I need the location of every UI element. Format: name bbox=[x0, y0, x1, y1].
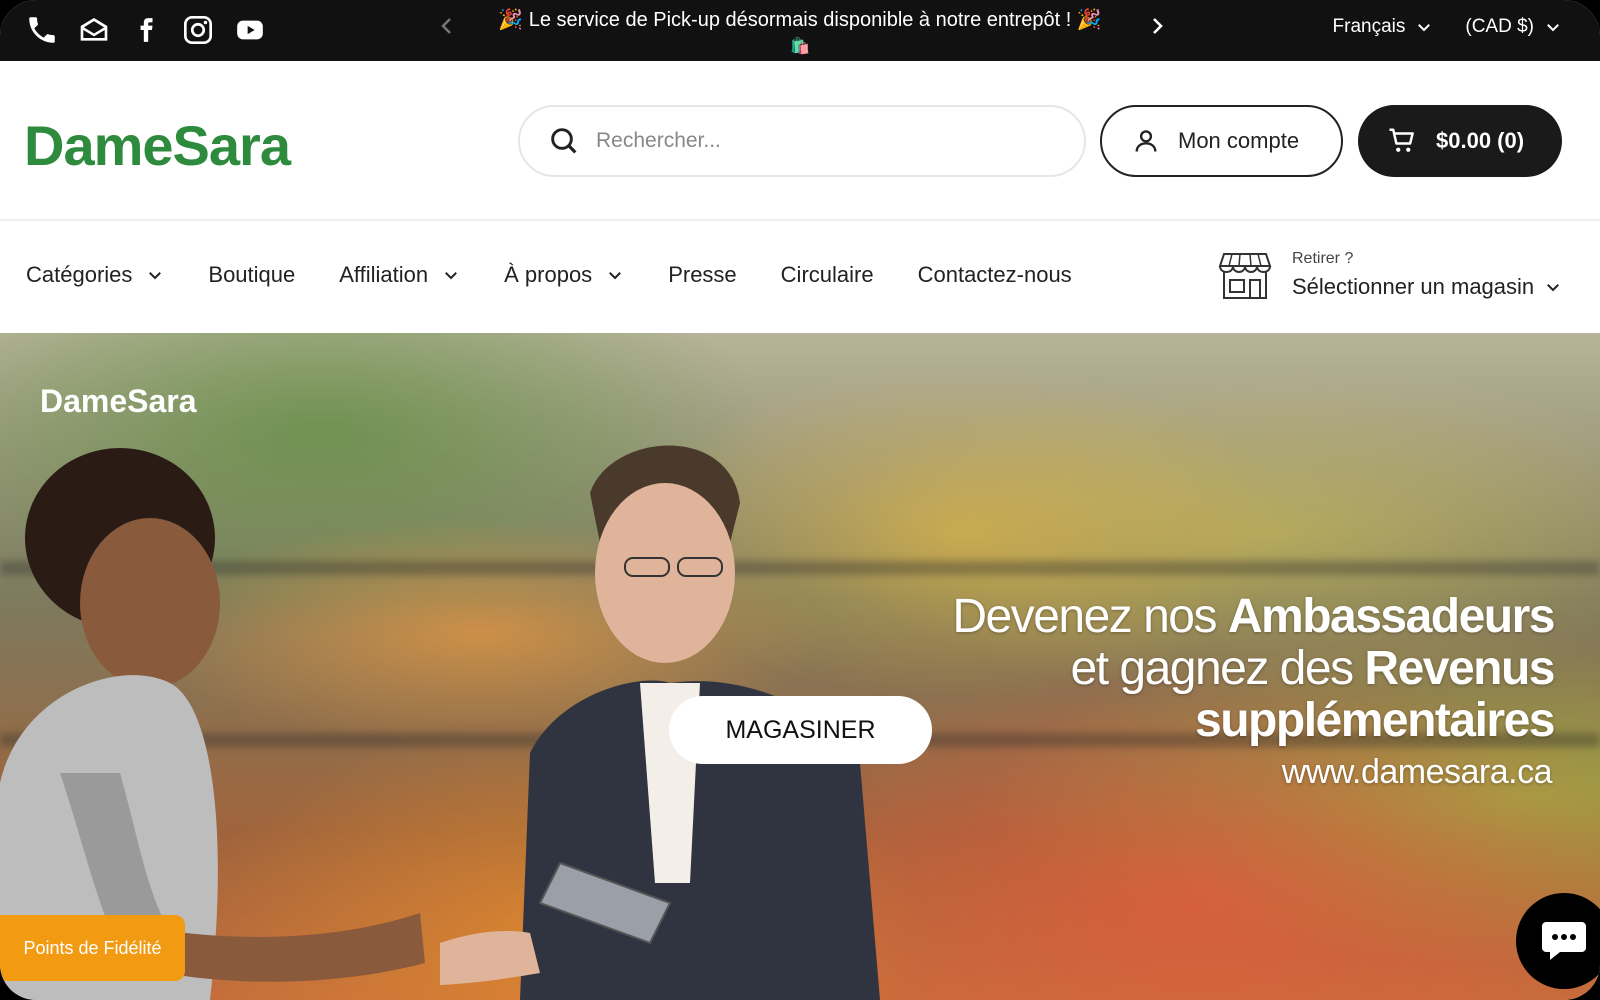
search-icon[interactable] bbox=[548, 125, 580, 157]
site-header: DameSara Mon compte $0.00 (0) bbox=[0, 61, 1600, 221]
chevron-down-icon bbox=[1547, 24, 1559, 32]
nav-item-label: Affiliation bbox=[339, 262, 429, 287]
nav-item-label: Catégories bbox=[26, 262, 133, 287]
announcement-carousel: 🎉 Le service de Pick-up désormais dispon… bbox=[430, 6, 1170, 56]
loyalty-points-button[interactable]: Points de Fidélité bbox=[0, 915, 185, 981]
announcement-emoji: 🛍️ bbox=[790, 38, 810, 55]
hero-line-1-light: Devenez nos bbox=[952, 590, 1228, 643]
user-icon bbox=[1135, 130, 1157, 152]
instagram-icon[interactable] bbox=[180, 12, 216, 48]
store-hint: Retirer ? bbox=[1292, 250, 1354, 267]
hero-url: www.damesara.ca bbox=[1281, 753, 1553, 791]
page-frame: 🎉 Le service de Pick-up désormais dispon… bbox=[0, 0, 1600, 1000]
search-bar bbox=[518, 105, 1086, 177]
social-links bbox=[24, 12, 268, 48]
chevron-down-icon bbox=[1547, 284, 1560, 292]
locale-selectors: Français (CAD $) bbox=[1333, 16, 1562, 38]
store-selector-text: Retirer ? Sélectionner un magasin bbox=[1292, 250, 1562, 300]
store-selector[interactable]: Retirer ? Sélectionner un magasin bbox=[1218, 250, 1562, 300]
chat-widget-button[interactable] bbox=[1516, 893, 1600, 989]
nav-item-contact[interactable]: Contactez-nous bbox=[918, 262, 1072, 288]
account-label: Mon compte bbox=[1178, 128, 1300, 153]
mail-icon[interactable] bbox=[76, 12, 112, 48]
nav-item-presse[interactable]: Presse bbox=[668, 262, 736, 288]
chevron-left-icon[interactable] bbox=[435, 14, 459, 38]
logo-text: DameSara bbox=[24, 114, 291, 177]
nav-item-label: Presse bbox=[668, 262, 737, 287]
hero-line-1-bold: Ambassadeurs bbox=[1227, 590, 1556, 643]
announcement-bar: 🎉 Le service de Pick-up désormais dispon… bbox=[0, 0, 1600, 61]
hero-line-1: Devenez nos Ambassadeurs bbox=[952, 590, 1556, 643]
storefront-icon bbox=[1218, 253, 1272, 299]
hero-line-2-light: et gagnez des bbox=[1070, 642, 1365, 695]
search-input[interactable] bbox=[596, 129, 1056, 153]
facebook-icon[interactable] bbox=[128, 12, 164, 48]
site-logo[interactable]: DameSara bbox=[24, 113, 291, 178]
nav-item-label: Contactez-nous bbox=[917, 262, 1072, 287]
shop-now-button[interactable]: MAGASINER bbox=[669, 696, 932, 764]
hero-banner: DameSara Devenez nos Ambassadeurs et gag… bbox=[0, 333, 1600, 1000]
nav-item-label: À propos bbox=[504, 262, 593, 287]
nav-item-label: Circulaire bbox=[780, 262, 874, 287]
nav-item-about[interactable]: À propos bbox=[504, 262, 624, 288]
chevron-down-icon bbox=[609, 272, 622, 280]
language-label: Français bbox=[1332, 16, 1406, 37]
cart-total: $0.00 (0) bbox=[1436, 128, 1525, 153]
chevron-down-icon bbox=[445, 272, 458, 280]
hero-line-2-bold: Revenus bbox=[1364, 642, 1555, 695]
phone-icon[interactable] bbox=[24, 12, 60, 48]
nav-list: Catégories Boutique Affiliation À propos… bbox=[26, 262, 1072, 288]
main-nav: Catégories Boutique Affiliation À propos… bbox=[0, 222, 1600, 333]
hero-line-3: supplémentaires bbox=[952, 694, 1555, 747]
chevron-down-icon bbox=[149, 272, 162, 280]
store-select-label: Sélectionner un magasin bbox=[1292, 274, 1535, 299]
nav-item-boutique[interactable]: Boutique bbox=[208, 262, 295, 288]
chat-bubble-icon bbox=[1542, 922, 1586, 960]
hero-line-2: et gagnez des Revenus bbox=[952, 642, 1556, 695]
account-button[interactable]: Mon compte bbox=[1100, 105, 1343, 177]
nav-item-affiliation[interactable]: Affiliation bbox=[339, 262, 460, 288]
store-select-row: Sélectionner un magasin bbox=[1292, 274, 1562, 300]
currency-selector[interactable]: (CAD $) bbox=[1465, 16, 1562, 38]
hero-line-3-bold: supplémentaires bbox=[1195, 694, 1555, 747]
hero-logo: DameSara bbox=[40, 383, 197, 419]
youtube-icon[interactable] bbox=[232, 12, 268, 48]
cart-icon bbox=[1389, 128, 1414, 152]
nav-item-label: Boutique bbox=[208, 262, 296, 287]
announcement-text: 🎉 Le service de Pick-up désormais dispon… bbox=[498, 9, 1102, 31]
nav-item-categories[interactable]: Catégories bbox=[26, 262, 164, 288]
cart-button[interactable]: $0.00 (0) bbox=[1358, 105, 1562, 177]
hero-headline: Devenez nos Ambassadeurs et gagnez des R… bbox=[952, 590, 1556, 747]
language-selector[interactable]: Français bbox=[1333, 16, 1434, 38]
chevron-down-icon bbox=[1418, 24, 1431, 32]
chevron-right-icon[interactable] bbox=[1145, 14, 1169, 38]
nav-item-circulaire[interactable]: Circulaire bbox=[781, 262, 874, 288]
currency-label: (CAD $) bbox=[1465, 16, 1534, 37]
